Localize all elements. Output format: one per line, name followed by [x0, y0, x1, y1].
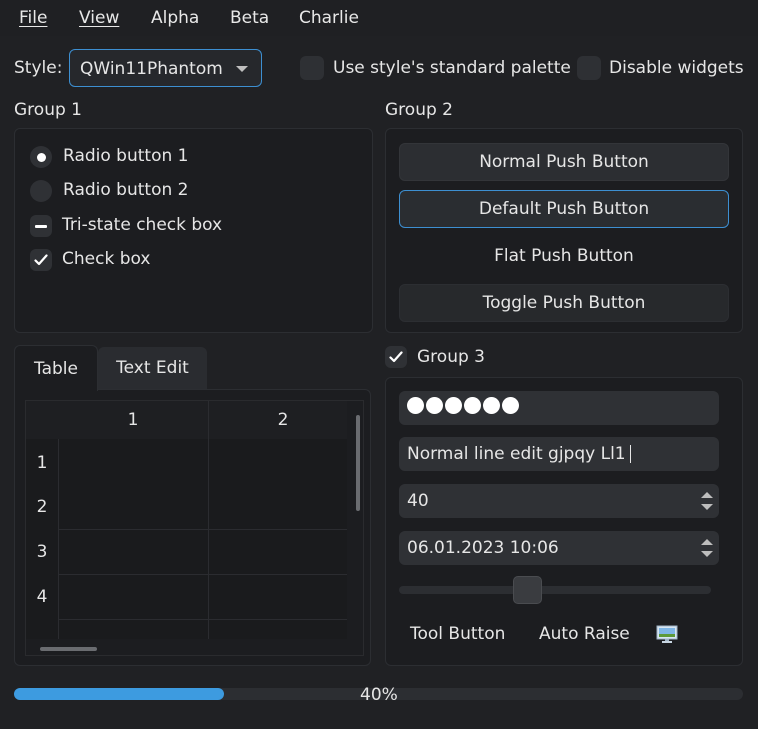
- tab-text-edit-label: Text Edit: [116, 358, 189, 378]
- password-dot: [483, 397, 500, 414]
- style-label: Style:: [14, 58, 63, 78]
- menu-charlie[interactable]: Charlie: [299, 8, 359, 28]
- menu-file[interactable]: File: [19, 8, 47, 28]
- group3-title: Group 3: [417, 347, 485, 367]
- grid-divider: [58, 574, 348, 575]
- menu-view[interactable]: View: [79, 8, 119, 28]
- password-field[interactable]: [399, 391, 719, 425]
- checkmark-icon: [34, 254, 48, 266]
- flat-push-button[interactable]: Flat Push Button: [399, 237, 729, 275]
- tristate-checkbox-label: Tri-state check box: [62, 215, 223, 235]
- slider-track[interactable]: [399, 586, 711, 594]
- password-dot: [407, 397, 424, 414]
- datetime-edit[interactable]: 06.01.2023 10:06: [399, 531, 719, 565]
- column-header[interactable]: 2: [208, 401, 358, 439]
- grid-divider: [58, 439, 59, 655]
- row-header[interactable]: 2: [26, 484, 58, 529]
- disable-widgets-checkbox[interactable]: [577, 56, 601, 80]
- progress-label: 40%: [360, 685, 398, 705]
- spin-box[interactable]: 40: [399, 484, 719, 518]
- default-push-button-label: Default Push Button: [478, 199, 650, 219]
- spin-arrows-icon[interactable]: [701, 537, 713, 559]
- flat-push-button-label: Flat Push Button: [494, 246, 634, 266]
- tab-table[interactable]: Table: [14, 345, 98, 391]
- dash-icon: [35, 224, 47, 228]
- menu-beta[interactable]: Beta: [230, 8, 269, 28]
- menu-bar: File View Alpha Beta Charlie: [0, 0, 758, 36]
- radio-button-1-label: Radio button 1: [63, 146, 189, 166]
- standard-palette-label: Use style's standard palette: [333, 58, 571, 78]
- checkmark-icon: [389, 351, 403, 363]
- row-header[interactable]: 4: [26, 574, 58, 619]
- chevron-down-icon: [236, 66, 248, 72]
- slider-handle[interactable]: [513, 576, 542, 604]
- normal-push-button-label: Normal Push Button: [479, 152, 649, 172]
- monitor-icon[interactable]: [656, 624, 678, 644]
- normal-push-button[interactable]: Normal Push Button: [399, 143, 729, 181]
- column-header[interactable]: 1: [58, 401, 208, 439]
- grid-divider: [58, 619, 348, 620]
- tab-text-edit[interactable]: Text Edit: [98, 347, 207, 389]
- check-box-label: Check box: [62, 249, 151, 269]
- line-edit-value: Normal line edit gjpqy Ll1: [407, 444, 626, 464]
- toggle-push-button[interactable]: Toggle Push Button: [399, 284, 729, 322]
- grid-divider: [58, 529, 348, 530]
- table-widget[interactable]: 1 2 1 2 3 4 5: [25, 400, 364, 656]
- line-edit[interactable]: Normal line edit gjpqy Ll1: [399, 437, 719, 471]
- text-cursor: [629, 445, 631, 463]
- default-push-button[interactable]: Default Push Button: [399, 190, 729, 228]
- disable-widgets-label: Disable widgets: [609, 58, 744, 78]
- group2-title: Group 2: [385, 100, 453, 120]
- spin-box-value: 40: [407, 491, 429, 511]
- standard-palette-checkbox[interactable]: [300, 56, 324, 80]
- menu-alpha[interactable]: Alpha: [151, 8, 199, 28]
- group1-title: Group 1: [14, 100, 82, 120]
- password-dot: [464, 397, 481, 414]
- row-header[interactable]: 3: [26, 529, 58, 574]
- tool-button[interactable]: Tool Button: [410, 624, 505, 644]
- spin-arrows-icon[interactable]: [701, 490, 713, 512]
- auto-raise-button[interactable]: Auto Raise: [539, 624, 630, 644]
- vertical-scrollbar-handle[interactable]: [356, 415, 360, 511]
- radio-button-2[interactable]: [30, 180, 52, 202]
- radio-button-2-label: Radio button 2: [63, 180, 189, 200]
- password-dot: [502, 397, 519, 414]
- password-dots: [407, 397, 521, 419]
- progress-bar-fill: [14, 688, 224, 700]
- radio-button-1[interactable]: [30, 146, 52, 168]
- password-dot: [426, 397, 443, 414]
- group3-checkbox[interactable]: [385, 346, 407, 368]
- tab-table-label: Table: [34, 358, 78, 379]
- style-combobox[interactable]: QWin11Phantom: [69, 49, 262, 87]
- tristate-checkbox[interactable]: [30, 215, 52, 237]
- toggle-push-button-label: Toggle Push Button: [482, 293, 646, 313]
- horizontal-scrollbar-handle[interactable]: [40, 647, 97, 651]
- check-box[interactable]: [30, 249, 52, 271]
- password-dot: [445, 397, 462, 414]
- datetime-edit-value: 06.01.2023 10:06: [407, 538, 559, 558]
- style-combobox-value: QWin11Phantom: [80, 59, 223, 79]
- row-header[interactable]: 1: [26, 439, 58, 484]
